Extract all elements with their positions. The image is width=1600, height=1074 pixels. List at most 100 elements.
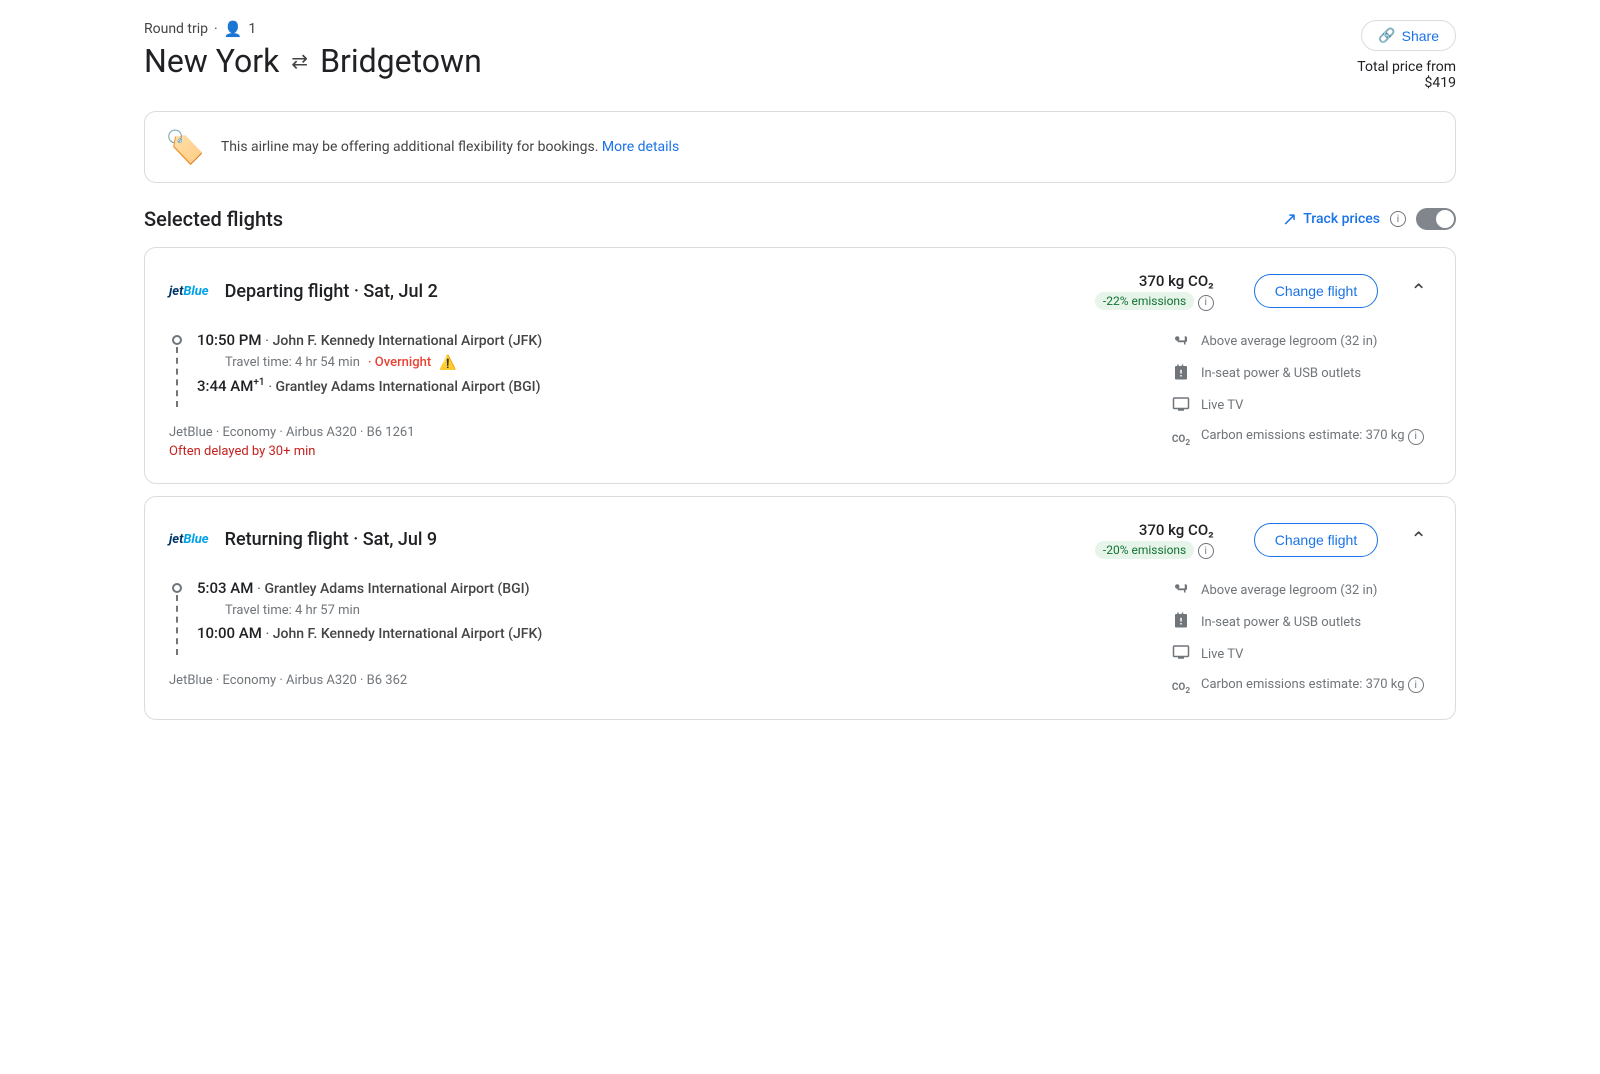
destination-city: Bridgetown (320, 42, 482, 80)
amenity-row: Above average legroom (32 in) (1171, 331, 1431, 353)
track-prices-toggle[interactable] (1416, 208, 1456, 230)
change-flight-button-1[interactable]: Change flight (1254, 523, 1379, 557)
flight-timeline-1: 5:03 AM · Grantley Adams International A… (169, 579, 1147, 695)
departure-airport-0: John F. Kennedy International Airport (J… (273, 333, 543, 349)
origin-city: New York (144, 42, 279, 80)
amenity-row: In-seat power & USB outlets (1171, 363, 1431, 385)
price-label: Total price from (1357, 59, 1456, 75)
flight-title-1: Returning flight · Sat, Jul 9 (225, 529, 1079, 550)
emissions-info-icon-0[interactable]: i (1198, 295, 1214, 311)
collapse-button-1[interactable]: ⌃ (1406, 523, 1431, 556)
amenity-row: Live TV (1171, 395, 1431, 417)
more-details-link[interactable]: More details (602, 139, 679, 155)
trip-meta: Round trip · 👤 1 (144, 20, 482, 38)
track-prices-info-icon[interactable]: i (1390, 211, 1406, 227)
departure-dot (172, 335, 182, 345)
flight-details-0: 10:50 PM · John F. Kennedy International… (169, 331, 1431, 459)
co2-info-icon[interactable]: i (1408, 429, 1424, 445)
flight-card-header-1: jetBlue Returning flight · Sat, Jul 9 37… (169, 521, 1431, 560)
section-title: Selected flights (144, 207, 283, 231)
amenity-icon-co2: CO2 (1171, 427, 1191, 447)
flight-meta-1: JetBlue · Economy · Airbus A320 · B6 362 (169, 673, 1147, 688)
share-label: Share (1402, 28, 1439, 44)
travel-time-text: Travel time: 4 hr 57 min (225, 603, 360, 618)
amenity-row: In-seat power & USB outlets (1171, 611, 1431, 633)
amenity-icon-tv (1171, 643, 1191, 665)
flight-title-0: Departing flight · Sat, Jul 2 (225, 281, 1079, 302)
overnight-label: · Overnight (368, 355, 431, 370)
header-right: 🔗 Share Total price from $419 (1357, 20, 1456, 91)
person-icon: 👤 (224, 20, 243, 38)
arrival-time: 3:44 AM (197, 377, 253, 395)
airline-logo-1: jetBlue (169, 532, 209, 547)
emissions-info-icon-1[interactable]: i (1198, 543, 1214, 559)
arrival-row-0: 3:44 AM+1 · Grantley Adams International… (197, 377, 1147, 395)
flight-timeline-0: 10:50 PM · John F. Kennedy International… (169, 331, 1147, 459)
emissions-kg-1: 370 kg CO₂ (1095, 521, 1214, 539)
amenity-row: CO2 Carbon emissions estimate: 370 kg i (1171, 675, 1431, 695)
departure-info-1: 5:03 AM · Grantley Adams International A… (197, 579, 1147, 642)
amenity-icon-seat (1171, 331, 1191, 353)
amenity-text: Live TV (1201, 398, 1243, 413)
arrival-airport-0: Grantley Adams International Airport (BG… (275, 379, 540, 395)
trip-type-label: Round trip (144, 21, 208, 37)
banner-main-text: This airline may be offering additional … (221, 139, 599, 155)
header-left: Round trip · 👤 1 New York ⇄ Bridgetown (144, 20, 482, 80)
amenity-icon-power (1171, 611, 1191, 633)
amenity-text: Above average legroom (32 in) (1201, 583, 1377, 598)
emissions-badge-1: -20% emissions (1095, 541, 1194, 559)
route-title: New York ⇄ Bridgetown (144, 42, 482, 80)
total-price: $419 (1425, 75, 1456, 91)
share-button[interactable]: 🔗 Share (1361, 20, 1456, 51)
travel-time-row-1: Travel time: 4 hr 57 min (225, 603, 1147, 618)
exchange-icon: ⇄ (291, 49, 308, 73)
flight-cards-container: jetBlue Departing flight · Sat, Jul 2 37… (144, 247, 1456, 720)
arrival-airport-1: John F. Kennedy International Airport (J… (273, 626, 543, 642)
delay-warning: Often delayed by 30+ min (169, 444, 1147, 459)
departure-separator: · (265, 333, 269, 349)
departure-time-1: 5:03 AM · Grantley Adams International A… (197, 579, 1147, 597)
amenity-row: CO2 Carbon emissions estimate: 370 kg i (1171, 427, 1431, 447)
departure-info-0: 10:50 PM · John F. Kennedy International… (197, 331, 1147, 395)
amenity-icon-seat (1171, 579, 1191, 601)
amenity-text: Live TV (1201, 647, 1243, 662)
amenity-icon-tv (1171, 395, 1191, 417)
amenities-0: Above average legroom (32 in) In-seat po… (1171, 331, 1431, 459)
emissions-badge-0: -22% emissions (1095, 292, 1194, 310)
amenity-text: In-seat power & USB outlets (1201, 366, 1361, 381)
departure-row-1: 5:03 AM · Grantley Adams International A… (169, 579, 1147, 657)
arrival-row-1: 10:00 AM · John F. Kennedy International… (197, 624, 1147, 642)
emissions-kg-0: 370 kg CO₂ (1095, 272, 1214, 290)
amenities-1: Above average legroom (32 in) In-seat po… (1171, 579, 1431, 695)
flight-card-0: jetBlue Departing flight · Sat, Jul 2 37… (144, 247, 1456, 484)
arrival-time: 10:00 AM (197, 624, 262, 642)
share-icon: 🔗 (1378, 27, 1395, 44)
departure-row-0: 10:50 PM · John F. Kennedy International… (169, 331, 1147, 409)
emissions-area-0: 370 kg CO₂ -22% emissions i (1095, 272, 1214, 311)
amenity-text: Above average legroom (32 in) (1201, 334, 1377, 349)
departure-time-0: 10:50 PM · John F. Kennedy International… (197, 331, 1147, 349)
amenity-text: Carbon emissions estimate: 370 kg i (1201, 677, 1424, 694)
travel-time-row-0: Travel time: 4 hr 54 min · Overnight ⚠️ (225, 355, 1147, 371)
track-prices-area: ↗ Track prices i (1282, 208, 1456, 230)
departure-dot (172, 583, 182, 593)
amenity-row: Above average legroom (32 in) (1171, 579, 1431, 601)
flight-card-1: jetBlue Returning flight · Sat, Jul 9 37… (144, 496, 1456, 721)
banner-icon: 🏷️ (165, 128, 205, 166)
flight-card-header-0: jetBlue Departing flight · Sat, Jul 2 37… (169, 272, 1431, 311)
banner-text: This airline may be offering additional … (221, 139, 679, 155)
co2-info-icon[interactable]: i (1408, 677, 1424, 693)
overnight-warning-icon: ⚠️ (439, 355, 456, 371)
collapse-button-0[interactable]: ⌃ (1406, 275, 1431, 308)
travel-time-text: Travel time: 4 hr 54 min (225, 355, 360, 370)
change-flight-button-0[interactable]: Change flight (1254, 274, 1379, 308)
amenity-icon-power (1171, 363, 1191, 385)
amenity-text: In-seat power & USB outlets (1201, 615, 1361, 630)
trend-icon: ↗ (1282, 209, 1297, 230)
airline-logo-0: jetBlue (169, 284, 209, 299)
flexibility-banner: 🏷️ This airline may be offering addition… (144, 111, 1456, 183)
departure-airport-1: Grantley Adams International Airport (BG… (264, 581, 529, 597)
timeline-line (176, 595, 178, 655)
amenity-row: Live TV (1171, 643, 1431, 665)
amenity-icon-co2: CO2 (1171, 675, 1191, 695)
